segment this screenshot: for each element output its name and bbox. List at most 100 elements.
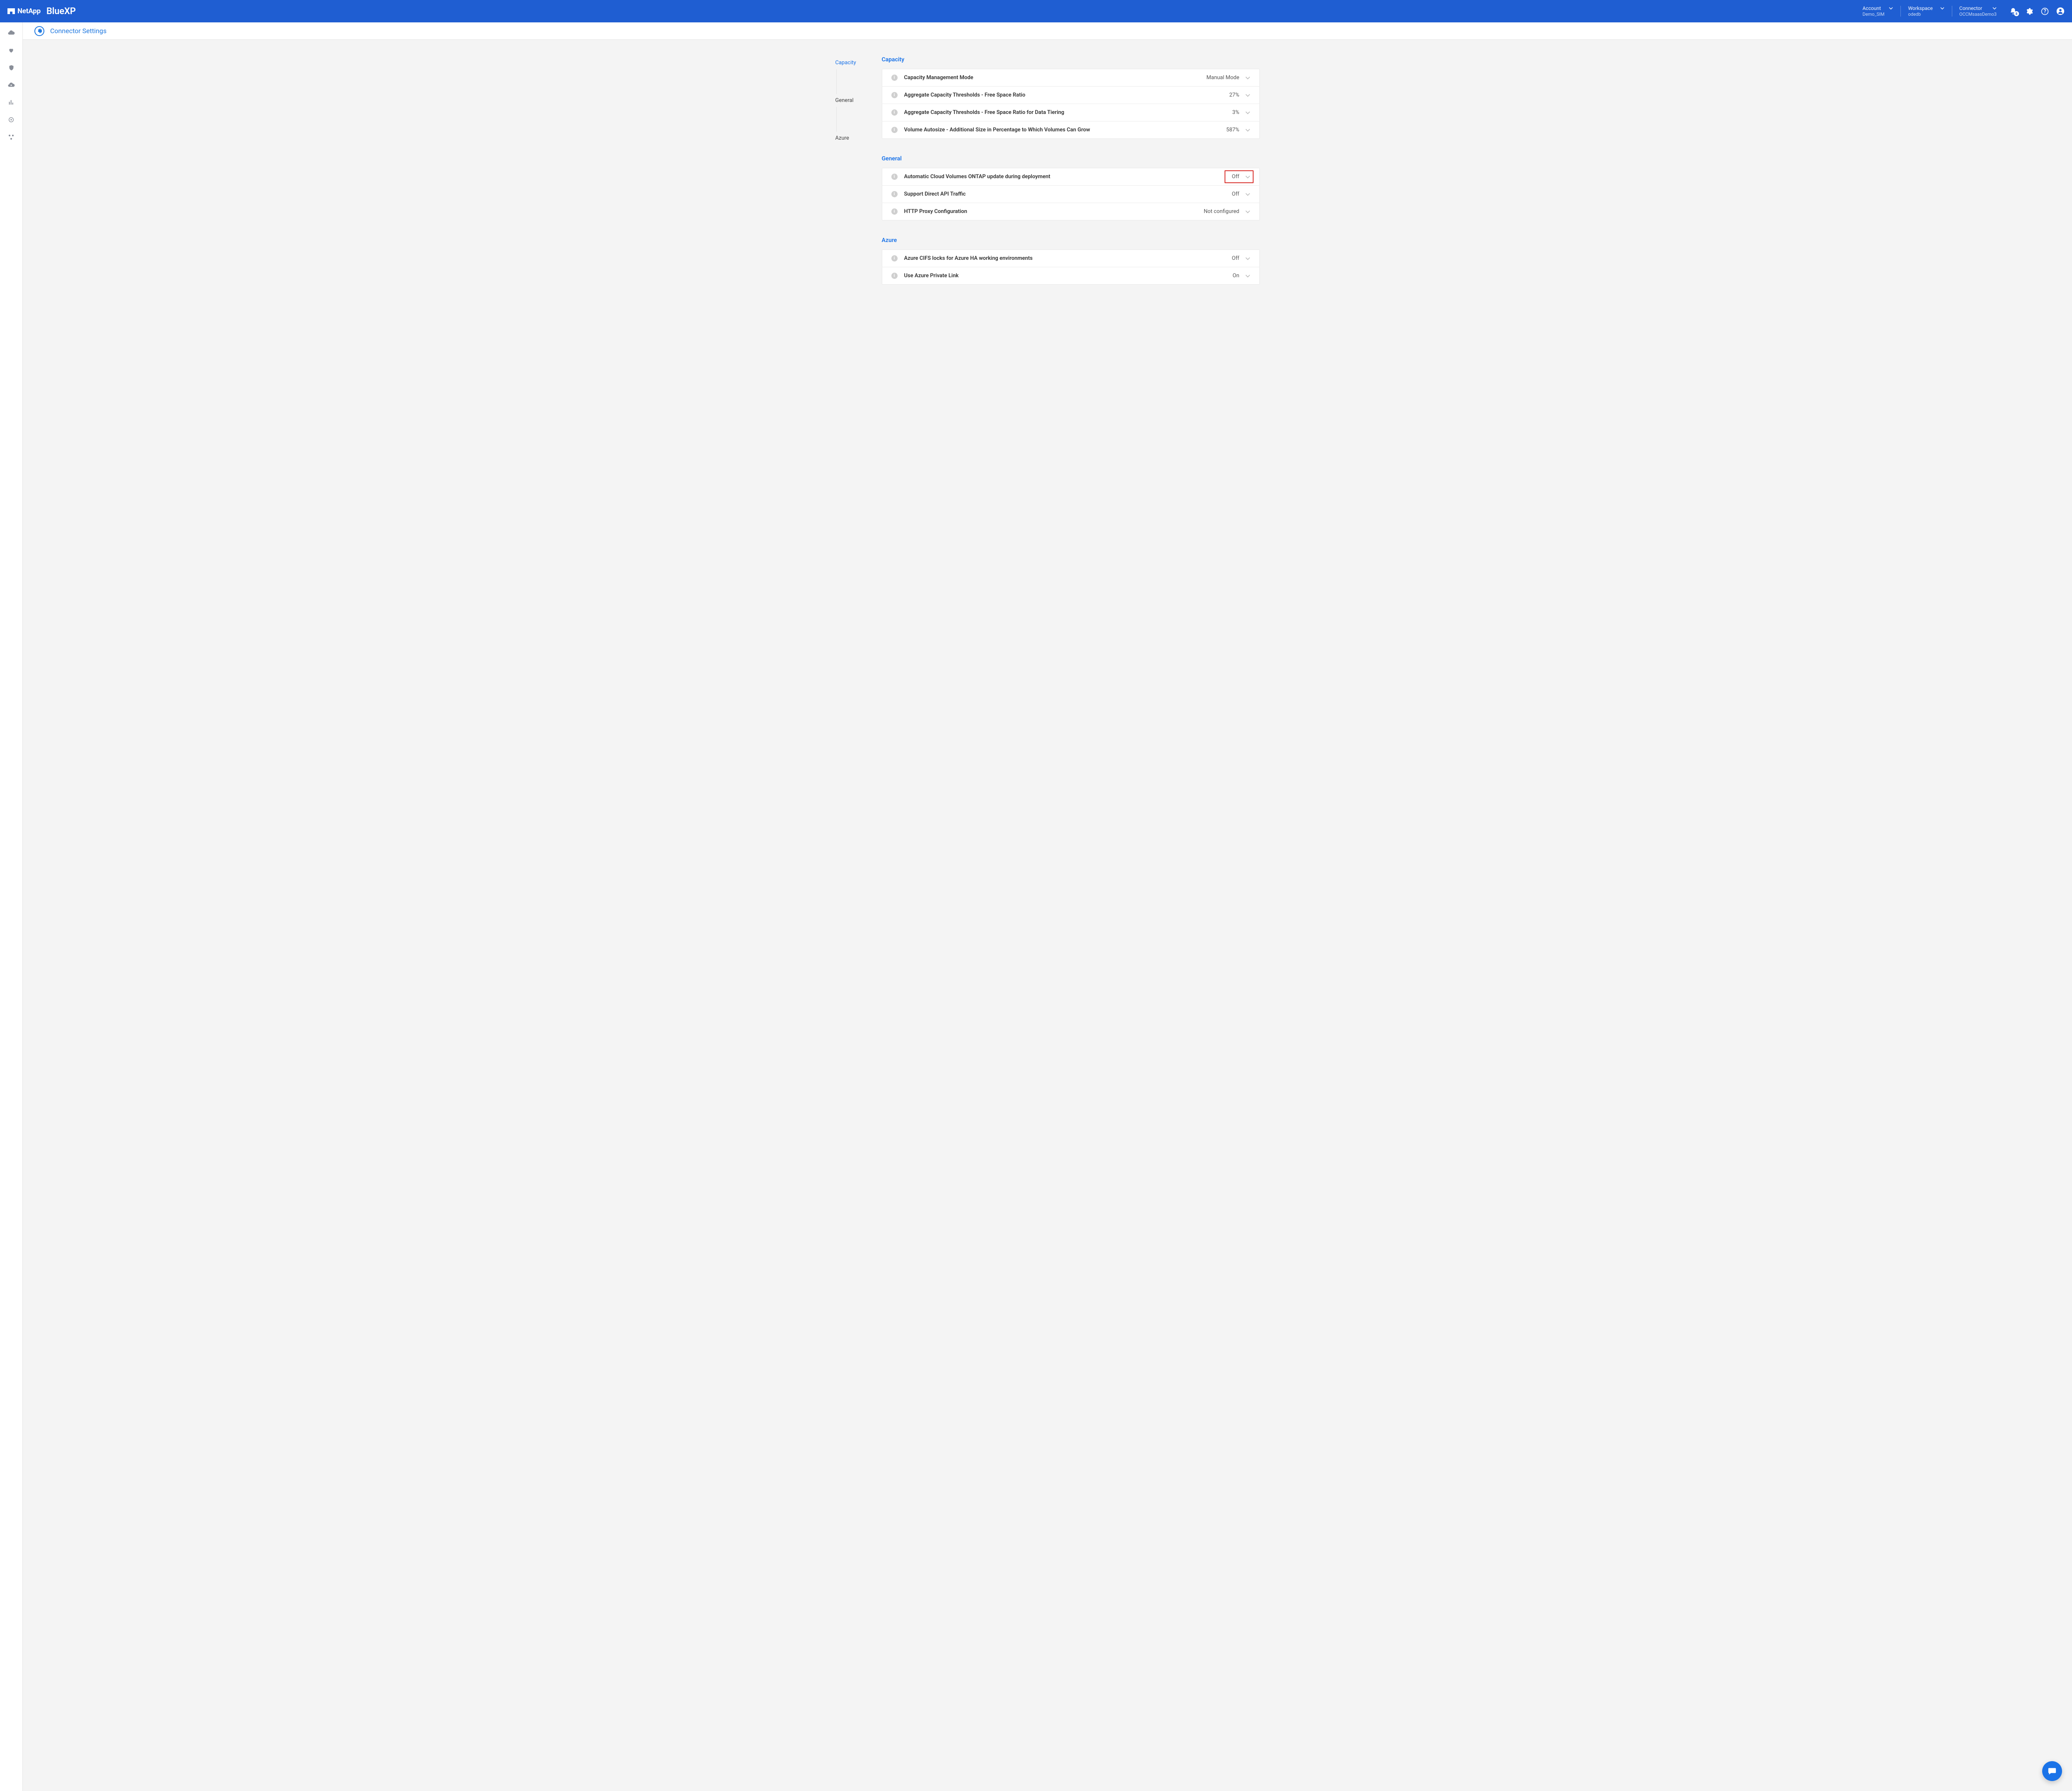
selector-label: Workspace [1908,5,1933,11]
chat-fab[interactable] [2042,1761,2062,1781]
chevron-down-icon [1245,110,1250,115]
help-icon[interactable] [2041,7,2049,15]
settings-row-value: Off [1232,174,1239,180]
settings-row-label: Aggregate Capacity Thresholds - Free Spa… [904,109,1226,116]
selector-value: OCCMsaasDemo3 [1959,12,1997,17]
chevron-down-icon [1889,6,1893,10]
brand: NetApp BlueXP [7,6,76,17]
info-icon[interactable]: i [891,92,898,98]
settings-row-value: 3% [1232,109,1239,116]
settings-row[interactable]: i Volume Autosize - Additional Size in Pe… [882,121,1259,138]
nodes-icon[interactable] [7,133,15,141]
selector-account[interactable]: Account Demo_SIM [1855,0,1900,22]
settings-row-right: Not configured [1204,208,1250,215]
settings-row-value: Manual Mode [1206,75,1239,81]
settings-row[interactable]: i Automatic Cloud Volumes ONTAP update du… [882,168,1259,186]
settings-row[interactable]: i Aggregate Capacity Thresholds - Free Sp… [882,104,1259,121]
section-general: General i Automatic Cloud Volumes ONTAP up… [882,155,1260,220]
info-icon[interactable]: i [891,255,898,261]
chat-icon [2048,1767,2057,1776]
settings-row-value: Off [1232,191,1239,197]
cloud-sync-icon[interactable] [7,81,15,89]
selector-label: Account [1862,5,1881,11]
target-icon[interactable] [7,116,15,123]
netapp-logo-icon [7,8,15,14]
settings-row-label: Volume Autosize - Additional Size in Per… [904,127,1220,133]
selector-connector[interactable]: Connector OCCMsaasDemo3 [1952,0,2004,22]
page-header: Connector Settings [23,22,2072,40]
settings-card: i Azure CIFS locks for Azure HA working e… [882,249,1260,285]
info-icon[interactable]: i [891,127,898,133]
section-title: Azure [882,237,1260,244]
settings-row-label: HTTP Proxy Configuration [904,208,1197,215]
notification-badge: 8 [2014,11,2019,16]
chevron-down-icon [1245,174,1250,179]
settings-row-value: Not configured [1204,208,1239,215]
settings-card: i Automatic Cloud Volumes ONTAP update du… [882,168,1260,220]
chevron-down-icon [1245,75,1250,80]
bar-chart-icon[interactable] [7,99,15,106]
settings-row-right: Off [1232,191,1250,197]
selector-workspace[interactable]: Workspace odedb [1900,0,1952,22]
info-icon[interactable]: i [891,109,898,116]
info-icon[interactable]: i [891,174,898,180]
brand-netapp-text: NetApp [17,7,41,15]
settings-row-label: Automatic Cloud Volumes ONTAP update dur… [904,174,1218,180]
gear-icon[interactable] [2025,7,2033,15]
selector-label: Connector [1959,5,1982,11]
gear-circle-icon [34,26,44,36]
settings-row[interactable]: iSupport Direct API TrafficOff [882,186,1259,203]
topbar-selectors: Account Demo_SIM Workspace odedb Connect… [1855,0,2004,22]
info-icon[interactable]: i [891,208,898,215]
content: Capacity General Azure CapacityiCapacity… [23,22,2072,1791]
info-icon[interactable]: i [891,273,898,279]
chevron-down-icon [1245,128,1250,133]
settings-row-right: Manual Mode [1206,75,1250,81]
chevron-down-icon [1940,6,1944,10]
chevron-down-icon [1245,273,1250,278]
settings-row[interactable]: i Azure CIFS locks for Azure HA working e… [882,250,1259,267]
settings-row-right: 3% [1232,109,1250,116]
sidenav-item-general[interactable]: General [835,96,865,105]
section-azure: Azure i Azure CIFS locks for Azure HA work… [882,237,1260,285]
settings-row[interactable]: iAggregate Capacity Thresholds - Free Sp… [882,87,1259,104]
settings-row-value: Off [1232,255,1239,261]
settings-row-right: 587% [1226,127,1250,133]
settings-sections: Capacity i Capacity Management Mode Manual … [882,56,1260,301]
chevron-down-icon [1245,93,1250,98]
selector-value: Demo_SIM [1862,12,1893,17]
settings-row[interactable]: i HTTP Proxy Configuration Not configured [882,203,1259,220]
settings-row[interactable]: i Use Azure Private Link On [882,267,1259,284]
settings-row-label: Capacity Management Mode [904,75,1200,81]
sidenav-item-azure[interactable]: Azure [835,133,865,143]
notifications-icon[interactable]: 8 [2009,7,2017,15]
left-rail [0,22,23,1791]
sidenav-item-capacity[interactable]: Capacity [835,58,865,68]
user-icon[interactable] [2056,7,2065,15]
section-title: General [882,155,1260,162]
settings-row-value: 27% [1229,92,1239,98]
settings-row-value: On [1232,273,1239,279]
settings-row-label: Use Azure Private Link [904,273,1226,279]
settings-row[interactable]: i Capacity Management Mode Manual Mode [882,69,1259,87]
chevron-down-icon [1245,192,1250,197]
brand-netapp: NetApp [7,7,41,15]
settings-card: iCapacity Management ModeManual ModeiAgg… [882,69,1260,139]
info-icon[interactable]: i [891,191,898,197]
selector-value: odedb [1908,12,1944,17]
settings-row-label: Azure CIFS locks for Azure HA working en… [904,255,1225,261]
info-icon[interactable]: i [891,75,898,81]
shield-icon[interactable] [7,64,15,71]
brand-bluexp-text: BlueXP [46,6,76,17]
topbar-icons: 8 [2009,7,2065,15]
heart-shield-icon[interactable] [7,46,15,54]
topbar: NetApp BlueXP Account Demo_SIM Workspace… [0,0,2072,22]
section-title: Capacity [882,56,1260,63]
sidenav-separator [836,69,837,94]
sidenav-separator [836,107,837,132]
settings-row-right: On [1232,273,1250,279]
settings-row-right: Off [1232,255,1250,261]
cloud-icon[interactable] [7,29,15,36]
sidenav: Capacity General Azure [835,56,865,301]
page-title: Connector Settings [50,27,107,35]
